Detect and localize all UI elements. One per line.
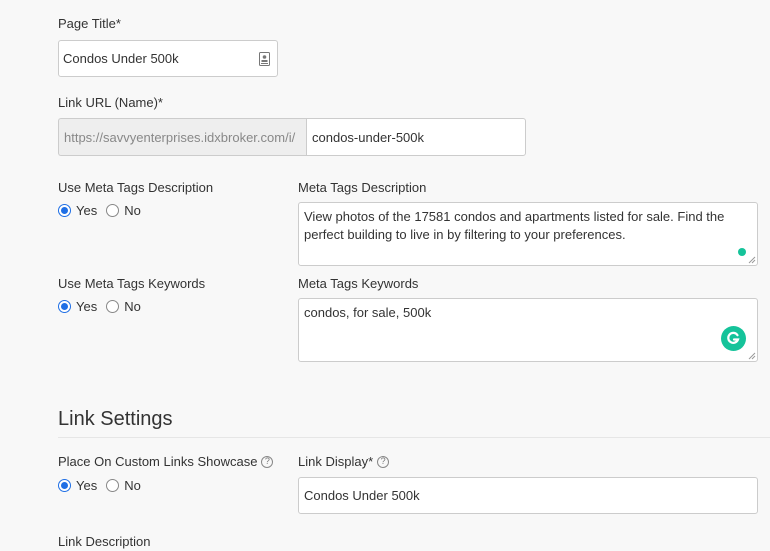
meta-keywords-no-label: No xyxy=(124,299,141,314)
meta-description-no-label: No xyxy=(124,203,141,218)
meta-keywords-yes-radio[interactable] xyxy=(58,300,71,313)
page-title-value: Condos Under 500k xyxy=(63,51,179,66)
resize-handle-icon[interactable] xyxy=(748,352,756,360)
showcase-no-label: No xyxy=(124,478,141,493)
link-url-value: condos-under-500k xyxy=(312,129,425,145)
section-divider xyxy=(58,437,770,438)
meta-description-value: View photos of the 17581 condos and apar… xyxy=(304,209,725,242)
meta-keywords-radio-group: Yes No xyxy=(58,299,150,314)
showcase-yes-label: Yes xyxy=(76,478,98,493)
grammarly-status-dot-icon xyxy=(738,248,746,256)
meta-description-field-label: Meta Tags Description xyxy=(298,180,427,195)
link-display-label-row: Link Display* ? xyxy=(298,454,390,469)
link-display-input[interactable]: Condos Under 500k xyxy=(298,477,758,514)
showcase-no-radio[interactable] xyxy=(106,479,120,492)
page-title-label: Page Title* xyxy=(58,16,121,31)
link-url-input[interactable]: condos-under-500k xyxy=(306,118,526,156)
link-url-prefix-text: https://savvyenterprises.idxbroker.com/i… xyxy=(64,129,296,145)
meta-keywords-no-radio[interactable] xyxy=(106,300,120,313)
meta-description-yes-label: Yes xyxy=(76,203,98,218)
showcase-label-row: Place On Custom Links Showcase ? xyxy=(58,454,274,469)
use-meta-keywords-label: Use Meta Tags Keywords xyxy=(58,276,206,291)
meta-keywords-value: condos, for sale, 500k xyxy=(304,305,432,320)
meta-description-radio-group: Yes No xyxy=(58,203,150,218)
link-display-value: Condos Under 500k xyxy=(304,488,420,503)
meta-description-no-radio[interactable] xyxy=(106,204,120,217)
use-meta-description-label: Use Meta Tags Description xyxy=(58,180,214,195)
resize-handle-icon[interactable] xyxy=(748,256,756,264)
grammarly-icon[interactable] xyxy=(721,326,746,351)
meta-keywords-textarea[interactable]: condos, for sale, 500k xyxy=(298,298,758,362)
question-circle-icon[interactable]: ? xyxy=(261,455,274,468)
question-circle-icon[interactable]: ? xyxy=(377,455,390,468)
page-title-input[interactable]: Condos Under 500k xyxy=(58,40,278,77)
meta-keywords-yes-label: Yes xyxy=(76,299,98,314)
link-url-label: Link URL (Name)* xyxy=(58,95,163,110)
showcase-label: Place On Custom Links Showcase xyxy=(58,454,258,469)
contact-card-icon[interactable] xyxy=(259,52,270,66)
meta-keywords-field-label: Meta Tags Keywords xyxy=(298,276,419,291)
meta-description-yes-radio[interactable] xyxy=(58,204,71,217)
link-url-prefix: https://savvyenterprises.idxbroker.com/i… xyxy=(58,118,307,156)
showcase-radio-group: Yes No xyxy=(58,478,150,493)
link-description-label: Link Description xyxy=(58,534,151,549)
meta-description-textarea[interactable]: View photos of the 17581 condos and apar… xyxy=(298,202,758,266)
link-display-label: Link Display* xyxy=(298,454,374,469)
showcase-yes-radio[interactable] xyxy=(58,479,71,492)
link-settings-heading: Link Settings xyxy=(58,408,173,430)
